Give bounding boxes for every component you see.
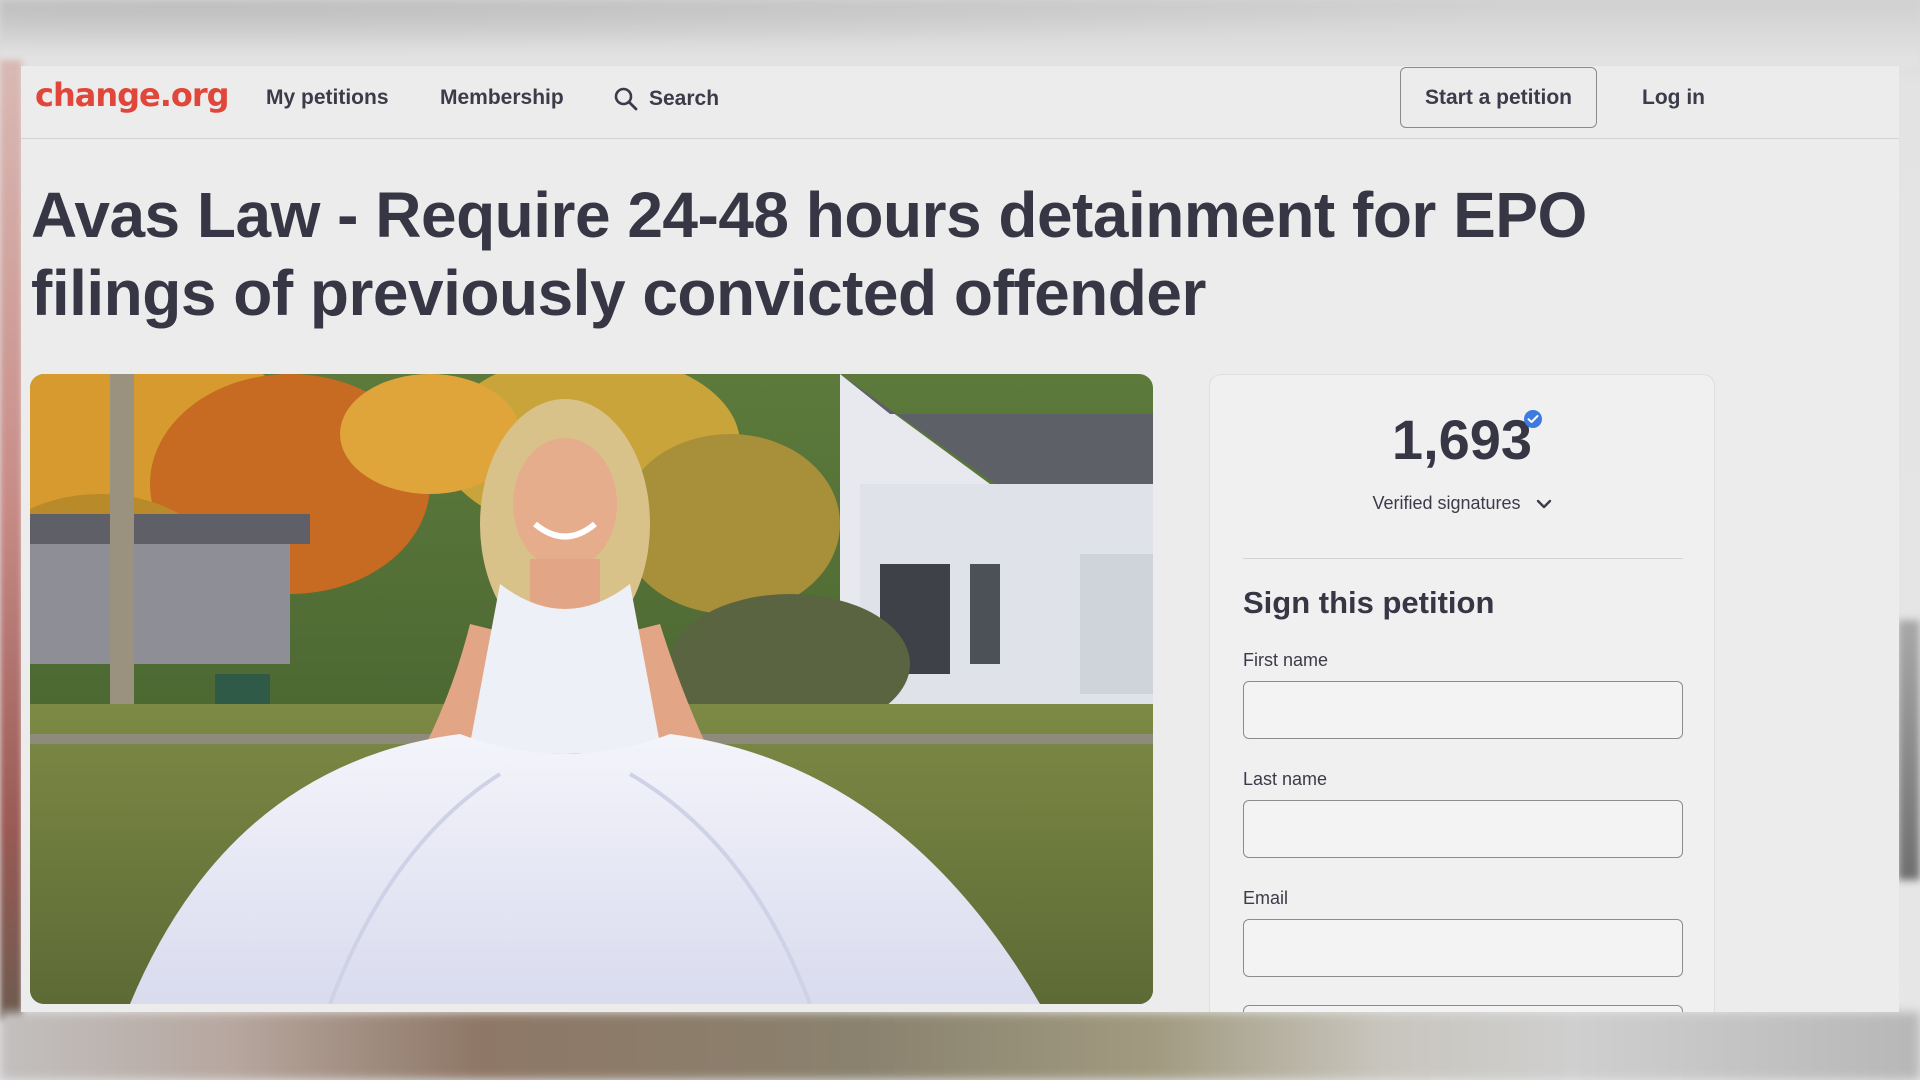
video-frame-bottom <box>0 1012 1920 1080</box>
nav-my-petitions[interactable]: My petitions <box>266 86 389 110</box>
chevron-down-icon <box>1536 500 1551 509</box>
card-divider <box>1243 558 1683 559</box>
first-name-input[interactable] <box>1243 681 1683 739</box>
last-name-label: Last name <box>1243 769 1328 789</box>
verified-signatures-toggle[interactable]: Verified signatures <box>1210 493 1714 514</box>
video-frame-left <box>0 60 22 1020</box>
next-field-partial[interactable] <box>1243 1005 1683 1012</box>
nav-membership[interactable]: Membership <box>440 86 564 110</box>
start-petition-button[interactable]: Start a petition <box>1400 67 1597 128</box>
video-frame-right <box>1898 620 1920 880</box>
sign-petition-card: 1,693 Verified signatures Sign this peti… <box>1209 374 1715 1012</box>
email-input[interactable] <box>1243 919 1683 977</box>
site-header: change.org My petitions Membership Searc… <box>21 66 1899 139</box>
sign-petition-heading: Sign this petition <box>1243 585 1495 620</box>
search-icon <box>614 87 638 111</box>
email-label: Email <box>1243 888 1289 908</box>
signature-count: 1,693 <box>1391 408 1533 471</box>
change-org-logo[interactable]: change.org <box>35 76 230 114</box>
first-name-label: First name <box>1243 650 1329 670</box>
last-name-input[interactable] <box>1243 800 1683 858</box>
login-link[interactable]: Log in <box>1642 86 1705 110</box>
video-frame-top <box>0 0 1920 66</box>
petition-photo-image <box>30 374 1153 1004</box>
nav-search-label: Search <box>649 87 720 110</box>
petition-title: Avas Law - Require 24-48 hours detainmen… <box>31 179 1587 329</box>
petition-photo[interactable] <box>30 374 1153 1004</box>
browser-screen: change.org My petitions Membership Searc… <box>21 66 1899 1012</box>
verified-signatures-label: Verified signatures <box>1372 493 1521 513</box>
nav-search[interactable]: Search <box>613 86 719 112</box>
verified-badge-icon <box>1524 410 1542 428</box>
